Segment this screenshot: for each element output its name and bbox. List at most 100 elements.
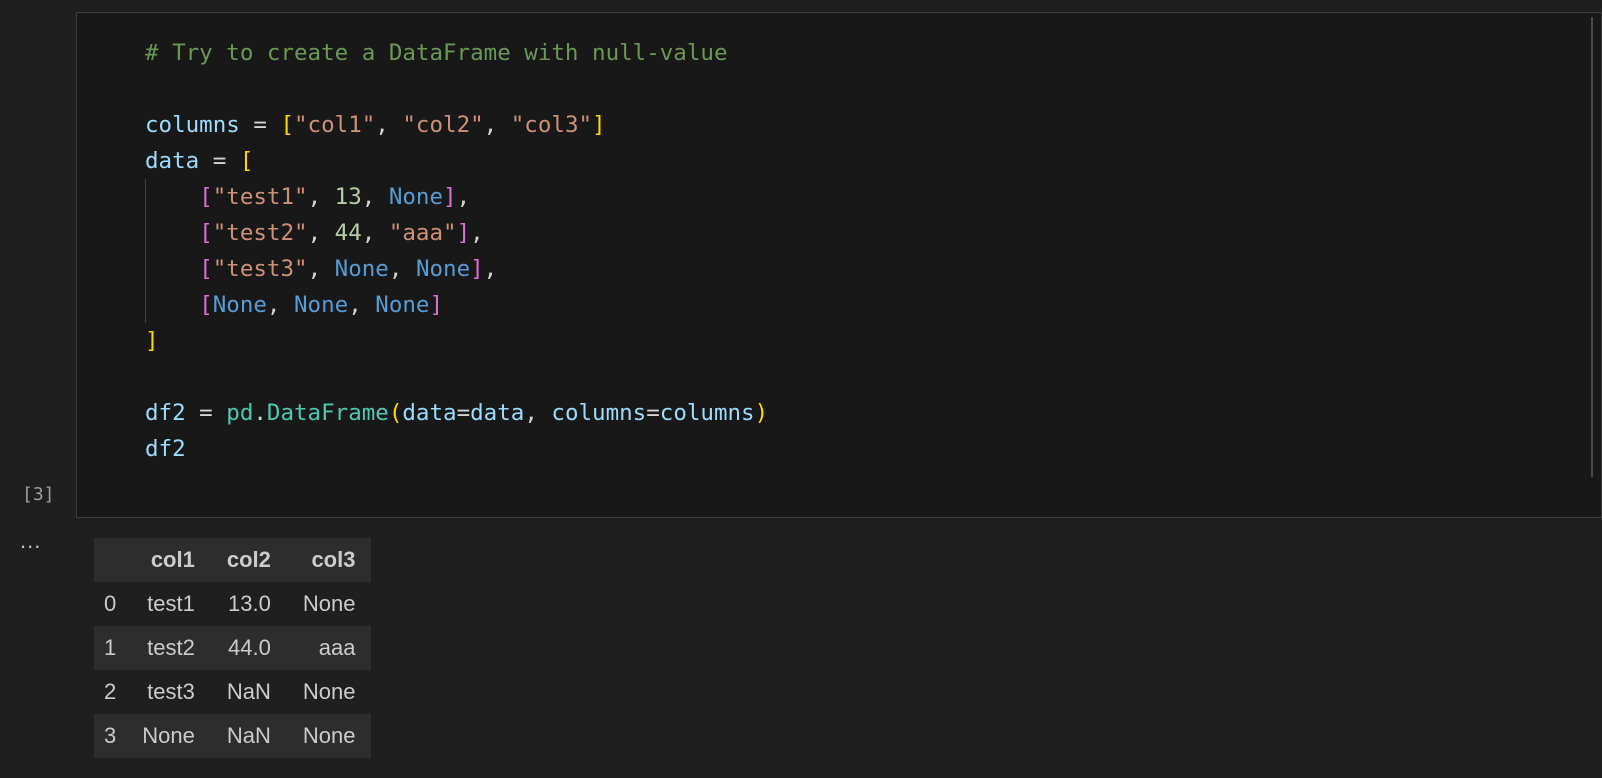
- table-row: 0 test1 13.0 None: [94, 582, 372, 626]
- code-line[interactable]: df2: [145, 431, 768, 467]
- table-cell: aaa: [318, 635, 356, 660]
- code-token: ]: [456, 220, 471, 246]
- code-editor[interactable]: # Try to create a DataFrame with null-va…: [145, 35, 768, 467]
- code-line[interactable]: columns = ["col1", "col2", "col3"]: [145, 107, 768, 143]
- code-token: ]: [592, 112, 606, 138]
- code-token: 44: [334, 220, 362, 246]
- table-cell: None: [142, 723, 195, 748]
- row-index: 0: [104, 591, 117, 616]
- code-token: (: [388, 400, 403, 426]
- code-token: =: [646, 400, 660, 426]
- code-token: ]: [443, 184, 457, 210]
- code-token: =: [185, 400, 227, 426]
- table-row: 1 test2 44.0 aaa: [94, 626, 372, 670]
- code-line[interactable]: ]: [145, 323, 768, 359]
- table-row: 3 None NaN None: [94, 714, 372, 758]
- code-token: "col2": [402, 112, 484, 138]
- cell-scrollbar[interactable]: [1591, 17, 1593, 477]
- code-token: .: [253, 400, 267, 426]
- code-token: pd: [226, 400, 254, 426]
- code-token: [: [280, 112, 295, 138]
- table-cell: 44.0: [228, 635, 271, 660]
- code-token: [: [199, 220, 213, 246]
- code-token: ,: [361, 220, 389, 246]
- column-header: col2: [210, 538, 287, 582]
- code-token: None: [212, 292, 267, 318]
- execution-count: [3]: [22, 484, 55, 505]
- code-token: =: [239, 112, 281, 138]
- code-token: 13: [334, 184, 362, 210]
- code-line[interactable]: ​: [145, 359, 768, 395]
- code-token: None: [334, 256, 389, 282]
- code-token: =: [199, 148, 240, 174]
- code-token: DataFrame: [266, 400, 389, 426]
- code-token: ,: [524, 400, 552, 426]
- code-token: ]: [429, 292, 444, 318]
- code-token: data: [402, 400, 457, 426]
- code-token: columns: [551, 400, 647, 426]
- code-token: None: [388, 184, 444, 210]
- code-token: df2: [145, 400, 186, 426]
- code-token: [: [199, 184, 213, 210]
- code-line[interactable]: [None, None, None]: [145, 287, 768, 323]
- code-line[interactable]: data = [: [145, 143, 768, 179]
- code-line[interactable]: # Try to create a DataFrame with null-va…: [145, 35, 768, 71]
- row-index: 2: [104, 679, 117, 704]
- table-row: 2 test3 NaN None: [94, 670, 372, 714]
- table-cell: NaN: [226, 723, 271, 748]
- code-cell[interactable]: # Try to create a DataFrame with null-va…: [76, 12, 1602, 518]
- code-token: ,: [307, 184, 335, 210]
- row-index: 1: [104, 635, 117, 660]
- code-token: ,: [348, 292, 376, 318]
- code-token: "test2": [212, 220, 308, 246]
- code-token: ,: [483, 112, 511, 138]
- code-token: "col1": [294, 112, 376, 138]
- dataframe-output-table: col1 col2 col3 0 test1 13.0 None 1 test2…: [94, 538, 372, 758]
- code-token: ,: [388, 256, 416, 282]
- table-cell: test1: [147, 591, 195, 616]
- code-token: ,: [456, 184, 471, 210]
- table-header-row: col1 col2 col3: [94, 538, 372, 582]
- column-header: col1: [126, 538, 211, 582]
- code-token: ,: [266, 292, 295, 318]
- table-cell: None: [302, 723, 356, 748]
- code-token: data: [470, 400, 525, 426]
- code-token: [: [199, 292, 213, 318]
- code-token: None: [294, 292, 349, 318]
- code-token: ,: [375, 112, 403, 138]
- table-cell: 13.0: [228, 591, 271, 616]
- code-token: ,: [307, 256, 335, 282]
- code-line[interactable]: ​: [145, 71, 768, 107]
- table-cell: None: [302, 679, 356, 704]
- code-token: "col3": [510, 112, 593, 138]
- code-token: columns: [659, 400, 755, 426]
- code-token: ]: [470, 256, 484, 282]
- index-header: [94, 538, 127, 582]
- row-index: 3: [104, 723, 117, 748]
- table-cell: test3: [147, 679, 195, 704]
- code-token: ]: [145, 328, 159, 354]
- code-token: ): [754, 400, 769, 426]
- code-token: None: [375, 292, 430, 318]
- code-line[interactable]: ["test1", 13, None],: [145, 179, 768, 215]
- code-token: # Try to create a DataFrame with null-va…: [145, 40, 728, 66]
- code-token: ,: [307, 220, 335, 246]
- code-line[interactable]: ["test3", None, None],: [145, 251, 768, 287]
- code-token: columns: [145, 112, 240, 138]
- table-cell: None: [302, 591, 356, 616]
- code-token: "aaa": [388, 220, 457, 246]
- code-line[interactable]: df2 = pd.DataFrame(data=data, columns=co…: [145, 395, 768, 431]
- code-token: =: [456, 400, 471, 426]
- code-token: [: [239, 148, 254, 174]
- code-line[interactable]: ["test2", 44, "aaa"],: [145, 215, 768, 251]
- code-token: None: [415, 256, 471, 282]
- code-token: df2: [145, 436, 186, 462]
- code-token: [: [199, 256, 213, 282]
- code-token: ,: [361, 184, 389, 210]
- code-token: ,: [470, 220, 484, 246]
- output-more-actions-button[interactable]: ...: [20, 528, 41, 554]
- table-cell: test2: [147, 635, 195, 660]
